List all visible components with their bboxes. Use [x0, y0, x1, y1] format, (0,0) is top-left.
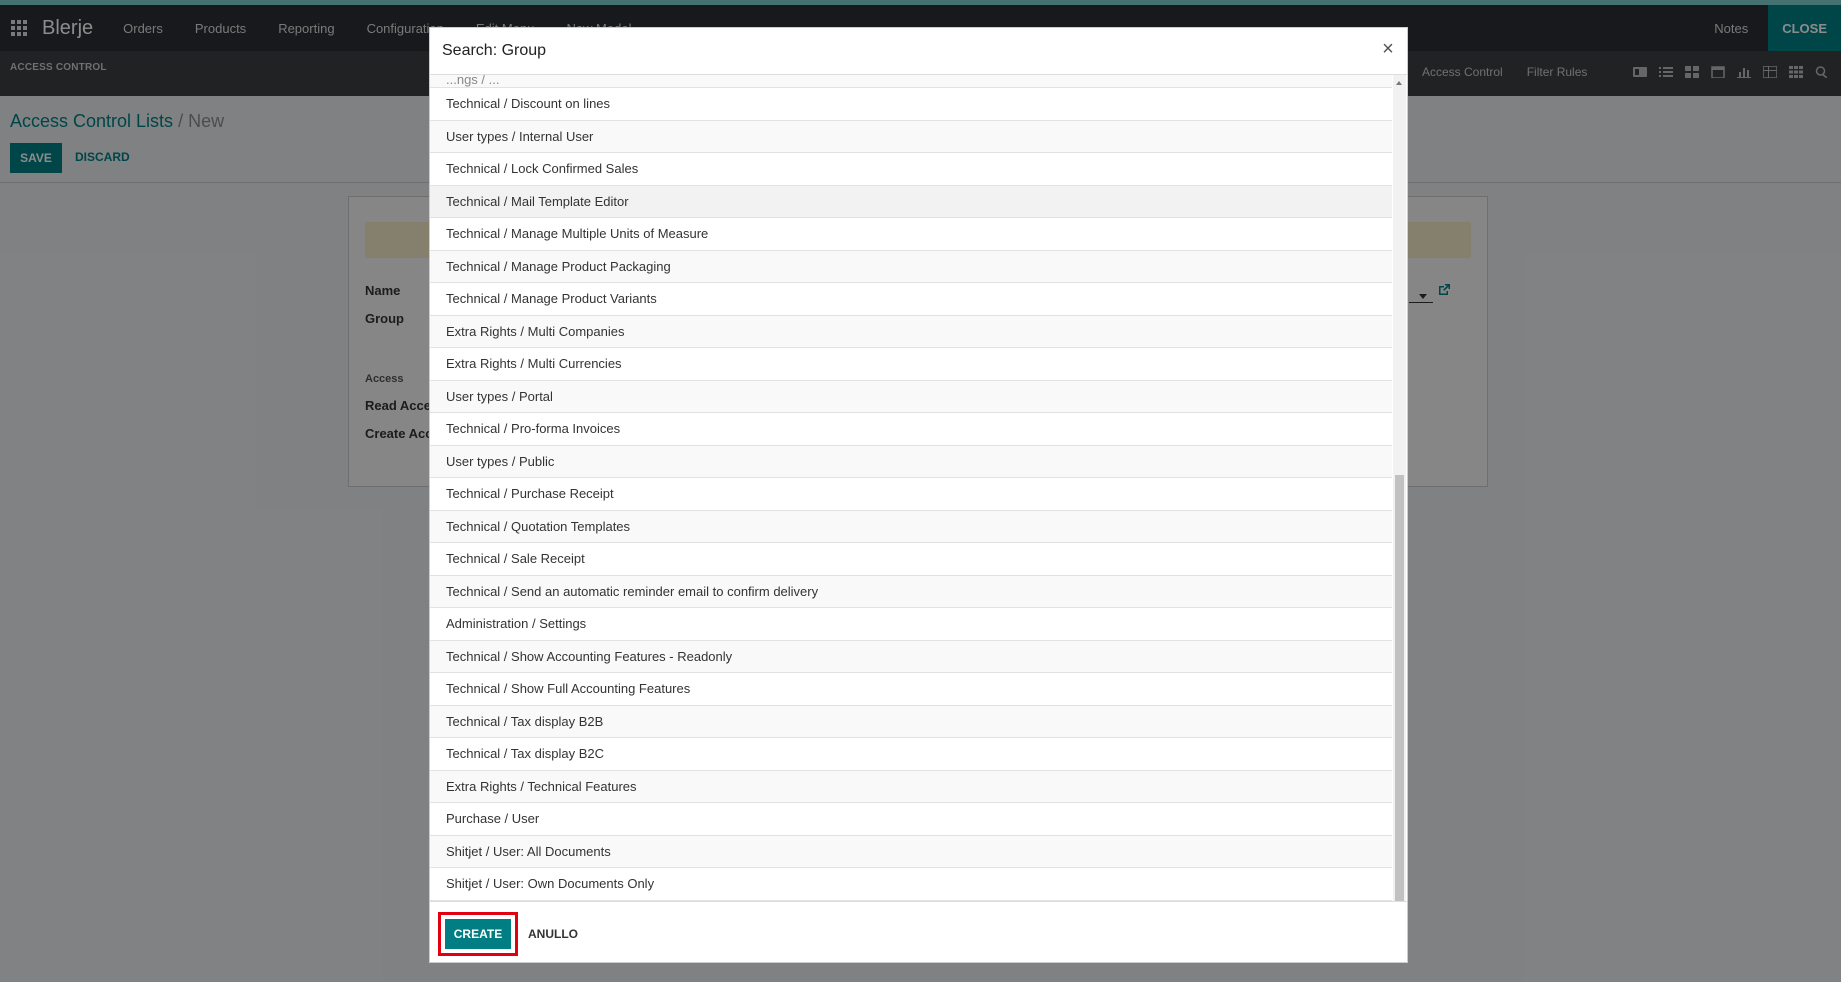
search-group-dialog: Search: Group × ...ngs / ... Technical /… — [429, 27, 1408, 963]
list-item[interactable]: Technical / Tax display B2B — [430, 705, 1392, 738]
list-item[interactable]: User types / Portal — [430, 380, 1392, 413]
list-item[interactable]: Technical / Tax display B2C — [430, 738, 1392, 771]
cancel-button[interactable]: ANULLO — [528, 927, 578, 941]
list-item[interactable]: User types / Internal User — [430, 120, 1392, 153]
list-item[interactable]: Shitjet / User: All Documents — [430, 835, 1392, 868]
list-item[interactable]: ...ngs / ... — [430, 75, 1392, 88]
list-item[interactable]: Technical / Show Full Accounting Feature… — [430, 673, 1392, 706]
list-item[interactable]: Technical / Manage Product Variants — [430, 283, 1392, 316]
scrollbar-thumb[interactable] — [1395, 475, 1404, 915]
list-item[interactable]: Administration / Settings — [430, 608, 1392, 641]
list-item[interactable]: Technical / Show Accounting Features - R… — [430, 640, 1392, 673]
list-item[interactable]: Technical / Discount on lines — [430, 88, 1392, 121]
list-item[interactable]: Technical / Send an automatic reminder e… — [430, 575, 1392, 608]
list-item[interactable]: Technical / Purchase Receipt — [430, 478, 1392, 511]
list-item[interactable]: Technical / Pro-forma Invoices — [430, 413, 1392, 446]
list-item[interactable]: Extra Rights / Multi Currencies — [430, 348, 1392, 381]
list-item[interactable]: Technical / Quotation Templates — [430, 510, 1392, 543]
dialog-footer: CREATE ANULLO — [430, 901, 1407, 962]
scroll-up-icon[interactable] — [1396, 81, 1402, 85]
group-list: ...ngs / ... Technical / Discount on lin… — [430, 75, 1392, 928]
list-scrollbar[interactable] — [1393, 75, 1406, 928]
list-item[interactable]: User types / Public — [430, 445, 1392, 478]
list-item[interactable]: Technical / Sale Receipt — [430, 543, 1392, 576]
list-item[interactable]: Technical / Lock Confirmed Sales — [430, 153, 1392, 186]
close-icon[interactable]: × — [1378, 38, 1398, 60]
dialog-header: Search: Group × — [430, 28, 1407, 75]
list-item[interactable]: Purchase / User — [430, 803, 1392, 836]
list-item[interactable]: Extra Rights / Multi Companies — [430, 315, 1392, 348]
dialog-title: Search: Group — [442, 42, 547, 59]
list-item[interactable]: Extra Rights / Technical Features — [430, 770, 1392, 803]
create-button[interactable]: CREATE — [438, 912, 518, 956]
list-item[interactable]: Technical / Manage Multiple Units of Mea… — [430, 218, 1392, 251]
list-item[interactable]: Shitjet / User: Own Documents Only — [430, 868, 1392, 901]
list-item[interactable]: Technical / Manage Product Packaging — [430, 250, 1392, 283]
list-item[interactable]: Technical / Mail Template Editor — [430, 185, 1392, 218]
